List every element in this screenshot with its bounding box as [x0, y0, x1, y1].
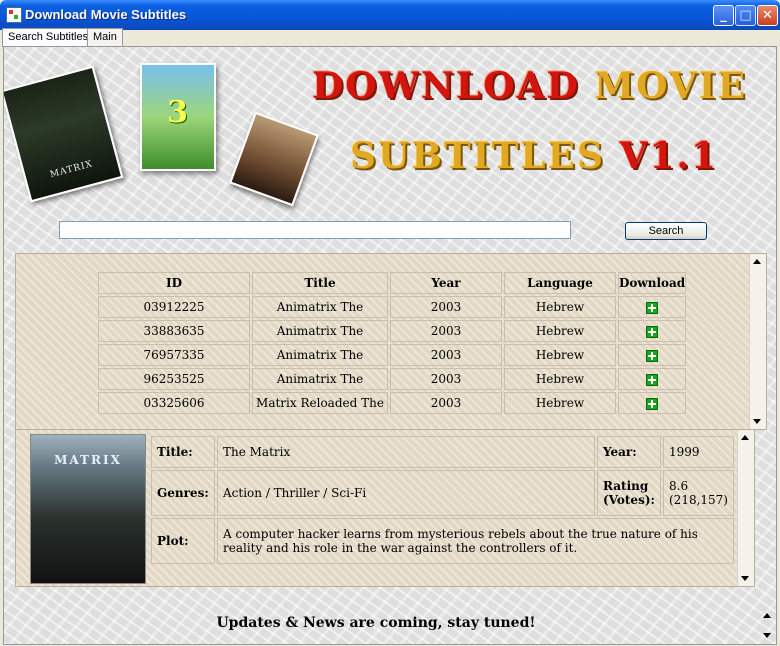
- rating-label: Rating (Votes):: [597, 470, 661, 516]
- app-logo-line2: SUBTITLES V1.1: [350, 135, 718, 177]
- plot-label: Plot:: [151, 518, 215, 564]
- scroll-up-arrow-icon[interactable]: [741, 435, 749, 440]
- app-icon: [6, 7, 22, 23]
- column-header-download[interactable]: Download: [618, 272, 687, 294]
- results-panel[interactable]: ID Title Year Language Download 03912225…: [15, 253, 767, 430]
- cell-id: 03912225: [98, 296, 250, 318]
- cell-id: 96253525: [98, 368, 250, 390]
- scroll-down-arrow-icon[interactable]: [741, 576, 749, 581]
- title-bar[interactable]: Download Movie Subtitles _ □ ✕: [0, 0, 780, 30]
- scroll-up-arrow-icon[interactable]: [763, 613, 771, 618]
- table-row[interactable]: 76957335 Animatrix The 2003 Hebrew: [98, 344, 687, 366]
- cell-id: 33883635: [98, 320, 250, 342]
- cell-language: Hebrew: [504, 320, 616, 342]
- cell-id: 03325606: [98, 392, 250, 414]
- cell-year: 2003: [390, 344, 502, 366]
- logo-word: MOVIE: [594, 65, 748, 107]
- table-row[interactable]: 03912225 Animatrix The 2003 Hebrew: [98, 296, 687, 318]
- year-value: 1999: [663, 436, 734, 468]
- cell-title: Animatrix The: [252, 296, 388, 318]
- tab-strip: Search Subtitles Main: [0, 28, 780, 47]
- table-header-row: ID Title Year Language Download: [98, 272, 687, 294]
- matrix-poster-image: MATRIX: [4, 65, 124, 203]
- cell-download: [618, 344, 687, 366]
- search-button[interactable]: Search: [625, 222, 707, 240]
- download-icon[interactable]: [646, 397, 659, 410]
- movie-poster-image: [229, 111, 319, 207]
- plot-value: A computer hacker learns from mysterious…: [217, 518, 734, 564]
- results-scrollbar[interactable]: [749, 254, 766, 429]
- download-icon[interactable]: [646, 373, 659, 386]
- shrek-poster-image: 3: [140, 63, 216, 171]
- app-logo-line1: DOWNLOAD MOVIE: [312, 65, 747, 107]
- cell-title: Animatrix The: [252, 344, 388, 366]
- cell-year: 2003: [390, 392, 502, 414]
- page-scrollbar[interactable]: [760, 595, 776, 643]
- column-header-year[interactable]: Year: [390, 272, 502, 294]
- app-window: Download Movie Subtitles _ □ ✕ Search Su…: [0, 0, 780, 646]
- scroll-up-arrow-icon[interactable]: [753, 259, 761, 264]
- title-label: Title:: [151, 436, 215, 468]
- window-title: Download Movie Subtitles: [25, 7, 187, 22]
- download-icon[interactable]: [646, 301, 659, 314]
- cell-year: 2003: [390, 320, 502, 342]
- table-row[interactable]: 96253525 Animatrix The 2003 Hebrew: [98, 368, 687, 390]
- details-scrollbar[interactable]: [737, 430, 754, 586]
- search-input[interactable]: [59, 221, 571, 239]
- maximize-button[interactable]: □: [735, 5, 756, 26]
- genres-value: Action / Thriller / Sci-Fi: [217, 470, 595, 516]
- scroll-down-arrow-icon[interactable]: [763, 633, 771, 638]
- title-value: The Matrix: [217, 436, 595, 468]
- cell-language: Hebrew: [504, 296, 616, 318]
- movie-info-table: Title: The Matrix Year: 1999 Genres: Act…: [149, 434, 736, 566]
- logo-word: SUBTITLES: [350, 135, 605, 177]
- table-row[interactable]: 03325606 Matrix Reloaded The 2003 Hebrew: [98, 392, 687, 414]
- news-footer-text: Updates & News are coming, stay tuned!: [216, 615, 536, 631]
- scroll-down-arrow-icon[interactable]: [753, 419, 761, 424]
- cell-download: [618, 296, 687, 318]
- cell-language: Hebrew: [504, 392, 616, 414]
- poster-caption: MATRIX: [54, 453, 122, 467]
- cell-download: [618, 320, 687, 342]
- column-header-title[interactable]: Title: [252, 272, 388, 294]
- table-row[interactable]: 33883635 Animatrix The 2003 Hebrew: [98, 320, 687, 342]
- year-label: Year:: [597, 436, 661, 468]
- search-tab-content: MATRIX 3 DOWNLOAD MOVIE SUBTITLES V1.1 S…: [3, 46, 777, 645]
- genres-label: Genres:: [151, 470, 215, 516]
- movie-details-panel: MATRIX Title: The Matrix Year: 1999 Genr…: [15, 429, 755, 587]
- info-row: Plot: A computer hacker learns from myst…: [151, 518, 734, 564]
- logo-word: DOWNLOAD: [312, 65, 580, 107]
- movie-poster-image: MATRIX: [30, 434, 146, 584]
- info-row: Genres: Action / Thriller / Sci-Fi Ratin…: [151, 470, 734, 516]
- close-button[interactable]: ✕: [757, 5, 778, 26]
- column-header-language[interactable]: Language: [504, 272, 616, 294]
- cell-language: Hebrew: [504, 344, 616, 366]
- tab-main[interactable]: Main: [87, 28, 123, 46]
- download-icon[interactable]: [646, 325, 659, 338]
- cell-title: Animatrix The: [252, 320, 388, 342]
- results-table: ID Title Year Language Download 03912225…: [96, 270, 688, 416]
- logo-word: V1.1: [619, 135, 719, 177]
- tab-search-subtitles[interactable]: Search Subtitles: [2, 28, 95, 47]
- cell-title: Matrix Reloaded The: [252, 392, 388, 414]
- download-icon[interactable]: [646, 349, 659, 362]
- cell-year: 2003: [390, 296, 502, 318]
- column-header-id[interactable]: ID: [98, 272, 250, 294]
- cell-download: [618, 392, 687, 414]
- cell-id: 76957335: [98, 344, 250, 366]
- poster-caption: 3: [167, 95, 189, 130]
- rating-value: 8.6 (218,157): [663, 470, 734, 516]
- minimize-button[interactable]: _: [713, 5, 734, 26]
- info-row: Title: The Matrix Year: 1999: [151, 436, 734, 468]
- cell-language: Hebrew: [504, 368, 616, 390]
- cell-title: Animatrix The: [252, 368, 388, 390]
- poster-caption: MATRIX: [49, 159, 95, 181]
- cell-download: [618, 368, 687, 390]
- cell-year: 2003: [390, 368, 502, 390]
